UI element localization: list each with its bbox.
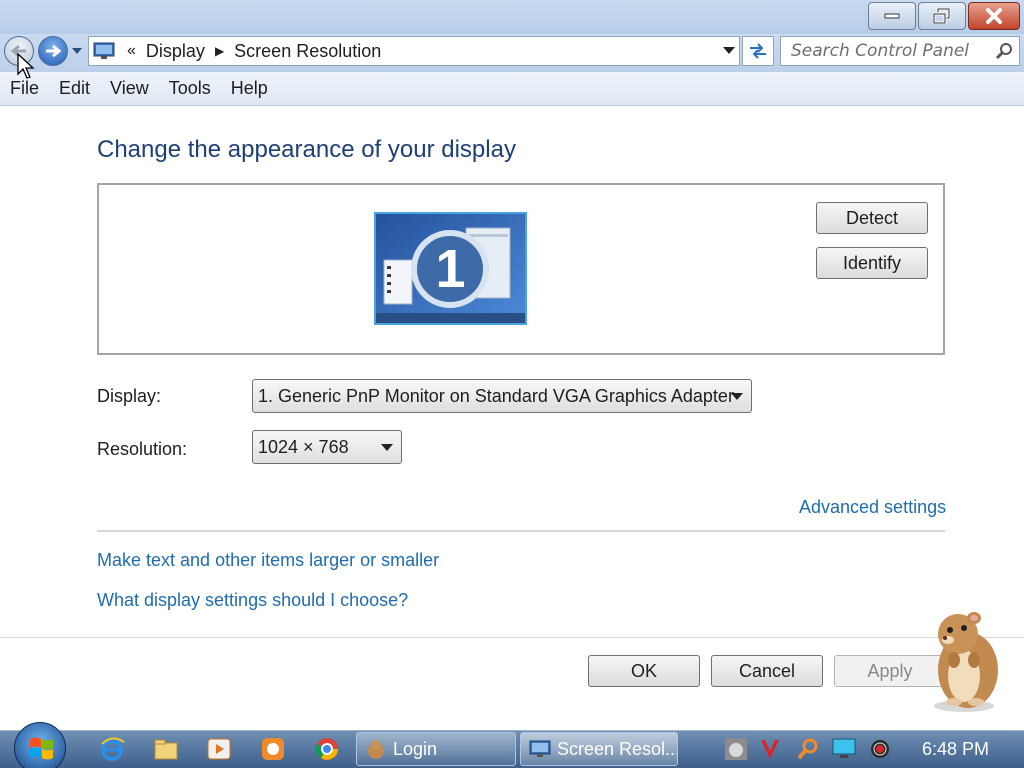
close-icon (986, 8, 1002, 24)
taskbar-task-screen-resolution[interactable]: Screen Resol... (520, 732, 678, 766)
detect-button[interactable]: Detect (816, 202, 928, 234)
text-size-link[interactable]: Make text and other items larger or smal… (97, 550, 439, 571)
task-label: Screen Resol... (557, 738, 678, 759)
minimize-button[interactable] (868, 2, 916, 30)
page-title: Change the appearance of your display (97, 136, 516, 163)
menu-view[interactable]: View (100, 78, 159, 99)
app-launcher-icon[interactable] (259, 736, 287, 762)
menu-edit[interactable]: Edit (49, 78, 100, 99)
control-panel-icon (93, 42, 115, 59)
display-select-value: 1. Generic PnP Monitor on Standard VGA G… (258, 385, 734, 406)
navigation-bar: « Display ▶ Screen Resolution (0, 34, 1024, 72)
tray-hamster-icon[interactable] (722, 736, 750, 762)
divider (97, 530, 945, 532)
resolution-label: Resolution: (97, 439, 188, 459)
breadcrumb-overflow[interactable]: « (127, 42, 136, 60)
monitor-number: 1 (435, 239, 466, 299)
search-box[interactable] (780, 36, 1020, 66)
search-input[interactable] (781, 37, 981, 65)
mouse-cursor-icon (17, 52, 35, 79)
footer-divider (0, 637, 1024, 638)
internet-explorer-icon[interactable] (98, 736, 126, 762)
display-select[interactable]: 1. Generic PnP Monitor on Standard VGA G… (252, 379, 752, 413)
tray-magnifier-icon[interactable] (794, 736, 822, 762)
restore-icon (933, 8, 951, 24)
tray-v-icon[interactable] (756, 736, 784, 762)
forward-button[interactable] (38, 36, 68, 66)
menu-help[interactable]: Help (221, 78, 278, 99)
start-button[interactable] (14, 722, 66, 768)
task-label: Login (393, 738, 438, 759)
search-icon[interactable] (995, 42, 1013, 60)
breadcrumb-screen-resolution[interactable]: Screen Resolution (234, 41, 381, 62)
taskbar-task-login[interactable]: Login (356, 732, 516, 766)
minimize-icon (884, 13, 900, 19)
breadcrumb-display[interactable]: Display (146, 41, 205, 62)
hamster-mascot-icon[interactable] (918, 604, 1008, 714)
ok-button[interactable]: OK (588, 655, 700, 687)
recent-pages-dropdown-icon[interactable] (72, 46, 82, 56)
cancel-button[interactable]: Cancel (711, 655, 823, 687)
hamster-task-icon (368, 740, 384, 759)
control-panel-task-icon (529, 740, 551, 757)
chevron-down-icon (731, 393, 743, 400)
tray-network-icon[interactable] (830, 736, 858, 762)
monitor-preview-panel: 1 Detect Identify (97, 183, 945, 355)
forward-arrow-icon (46, 44, 62, 58)
close-button[interactable] (968, 2, 1020, 30)
file-explorer-icon[interactable] (152, 736, 180, 762)
monitor-1-thumbnail[interactable]: 1 (374, 212, 527, 325)
menu-tools[interactable]: Tools (159, 78, 221, 99)
taskbar-clock[interactable]: 6:48 PM (922, 739, 989, 760)
chevron-down-icon (381, 444, 393, 451)
refresh-icon (750, 43, 766, 59)
media-player-icon[interactable] (205, 736, 233, 762)
chrome-icon[interactable] (313, 736, 341, 762)
display-label: Display: (97, 386, 162, 406)
title-bar (0, 0, 1024, 34)
advanced-settings-link[interactable]: Advanced settings (799, 497, 946, 518)
windows-logo-icon (30, 737, 53, 760)
display-help-link[interactable]: What display settings should I choose? (97, 590, 408, 611)
address-dropdown-icon[interactable] (723, 47, 735, 55)
refresh-button[interactable] (742, 36, 774, 66)
menu-bar: File Edit View Tools Help (0, 72, 1024, 106)
window-controls (868, 2, 1020, 30)
breadcrumb-separator-icon[interactable]: ▶ (215, 44, 224, 58)
restore-button[interactable] (918, 2, 966, 30)
identify-button[interactable]: Identify (816, 247, 928, 279)
address-bar[interactable]: « Display ▶ Screen Resolution (88, 36, 740, 66)
resolution-select[interactable]: 1024 × 768 (252, 430, 402, 464)
tray-volume-icon[interactable] (866, 736, 894, 762)
resolution-select-value: 1024 × 768 (258, 436, 349, 457)
